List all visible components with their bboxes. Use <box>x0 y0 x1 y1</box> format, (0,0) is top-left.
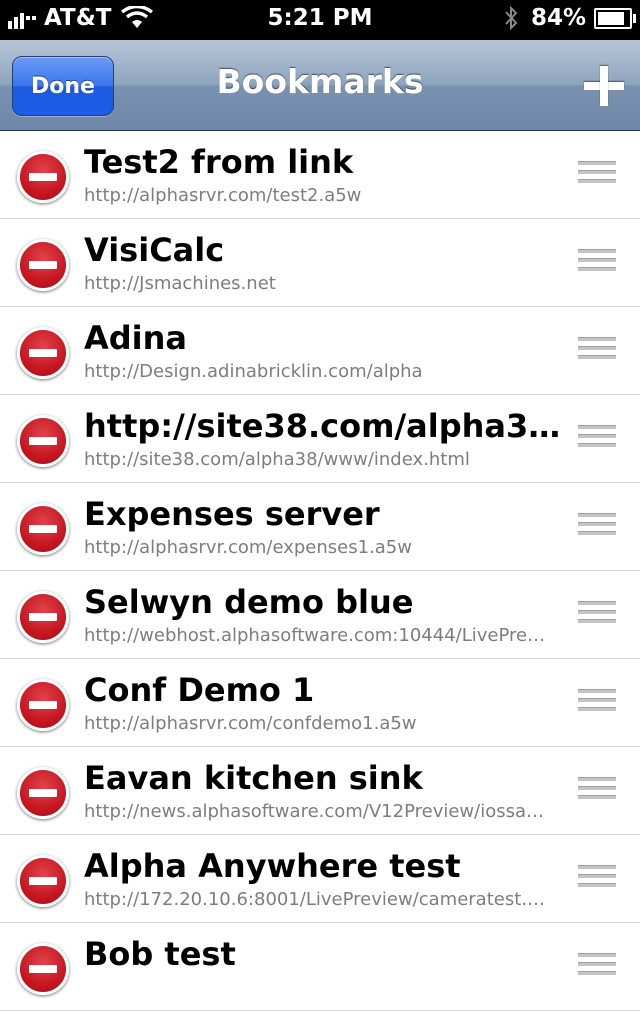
reorder-handle-icon[interactable] <box>578 425 616 453</box>
bookmark-url: http://site38.com/alpha38/www/index.html <box>84 449 470 470</box>
battery-percent: 84% <box>530 5 586 31</box>
delete-icon[interactable] <box>17 239 69 291</box>
bookmark-url: http://alphasrvr.com/test2.a5w <box>84 185 362 206</box>
list-item[interactable]: Alpha Anywhere test http://172.20.10.6:8… <box>0 835 640 923</box>
reorder-handle-icon[interactable] <box>578 161 616 189</box>
bookmark-title: http://site38.com/alpha38www/index.html <box>84 407 562 445</box>
list-item[interactable]: Test2 from link http://alphasrvr.com/tes… <box>0 131 640 219</box>
bookmark-title: Eavan kitchen sink <box>84 759 423 797</box>
reorder-handle-icon[interactable] <box>578 689 616 717</box>
bookmark-title: Test2 from link <box>84 143 354 181</box>
list-item[interactable]: Conf Demo 1 http://alphasrvr.com/confdem… <box>0 659 640 747</box>
list-item[interactable]: Selwyn demo blue http://webhost.alphasof… <box>0 571 640 659</box>
delete-icon[interactable] <box>17 327 69 379</box>
list-item[interactable]: Expenses server http://alphasrvr.com/exp… <box>0 483 640 571</box>
bookmark-url: http://Jsmachines.net <box>84 273 276 294</box>
bookmark-title: Bob test <box>84 935 236 973</box>
bookmark-title: Alpha Anywhere test <box>84 847 461 885</box>
bookmark-url: http://webhost.alphasoftware.com:10444/L… <box>84 625 554 646</box>
reorder-handle-icon[interactable] <box>578 777 616 805</box>
add-bookmark-button[interactable] <box>584 66 624 106</box>
bookmark-title: Adina <box>84 319 188 357</box>
bookmark-title: VisiCalc <box>84 231 225 269</box>
list-item[interactable]: VisiCalc http://Jsmachines.net <box>0 219 640 307</box>
delete-icon[interactable] <box>17 943 69 995</box>
bookmark-url: http://alphasrvr.com/confdemo1.a5w <box>84 713 417 734</box>
bluetooth-icon <box>505 5 518 31</box>
navigation-bar: Done Bookmarks <box>0 40 640 131</box>
delete-icon[interactable] <box>17 415 69 467</box>
reorder-handle-icon[interactable] <box>578 865 616 893</box>
delete-icon[interactable] <box>17 767 69 819</box>
reorder-handle-icon[interactable] <box>578 953 616 981</box>
bookmark-url: http://Design.adinabricklin.com/alpha <box>84 361 423 382</box>
page-title: Bookmarks <box>216 62 424 101</box>
list-item[interactable]: Adina http://Design.adinabricklin.com/al… <box>0 307 640 395</box>
bookmark-list: Test2 from link http://alphasrvr.com/tes… <box>0 131 640 1011</box>
delete-icon[interactable] <box>17 855 69 907</box>
list-item[interactable]: Bob test <box>0 923 640 1011</box>
delete-icon[interactable] <box>17 503 69 555</box>
reorder-handle-icon[interactable] <box>578 601 616 629</box>
bookmark-url: http://alphasrvr.com/expenses1.a5w <box>84 537 412 558</box>
bookmark-title: Conf Demo 1 <box>84 671 315 709</box>
bookmark-url: http://news.alphasoftware.com/V12Preview… <box>84 801 554 822</box>
battery-icon <box>594 7 636 29</box>
bookmark-title: Expenses server <box>84 495 380 533</box>
bookmark-url: http://172.20.10.6:8001/LivePreview/came… <box>84 889 554 910</box>
reorder-handle-icon[interactable] <box>578 249 616 277</box>
list-item[interactable]: Eavan kitchen sink http://news.alphasoft… <box>0 747 640 835</box>
status-bar: AT&T 5:21 PM 84% <box>0 0 640 40</box>
delete-icon[interactable] <box>17 679 69 731</box>
bookmark-title: Selwyn demo blue <box>84 583 414 621</box>
list-item[interactable]: http://site38.com/alpha38www/index.html … <box>0 395 640 483</box>
delete-icon[interactable] <box>17 151 69 203</box>
delete-icon[interactable] <box>17 591 69 643</box>
reorder-handle-icon[interactable] <box>578 513 616 541</box>
reorder-handle-icon[interactable] <box>578 337 616 365</box>
